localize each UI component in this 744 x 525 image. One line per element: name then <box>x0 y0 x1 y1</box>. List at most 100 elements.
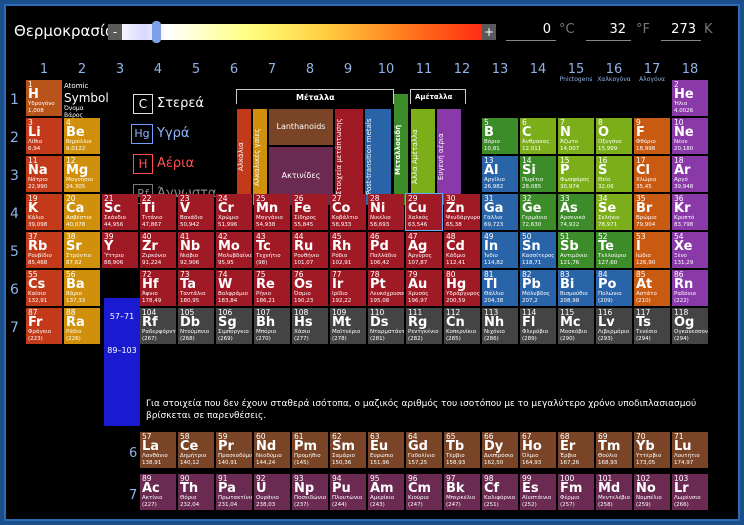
element-cell[interactable]: 105 Db Ντούμπνιο (268) <box>178 308 214 344</box>
temperature-slider[interactable] <box>114 24 494 40</box>
element-cell[interactable]: 41 Nb Νιόβιο 92,906 <box>178 232 214 268</box>
cat-lanthanoids[interactable]: Lanthanoids <box>269 109 333 145</box>
element-cell[interactable]: 38 Sr Στρόντιο 87,62 <box>64 232 100 268</box>
element-cell[interactable]: 117 Ts Τενέσιο (294) <box>634 308 670 344</box>
element-cell[interactable]: 77 Ir Ιρίδιο 192,22 <box>330 270 366 306</box>
element-cell[interactable]: 15 P Φωσφόρος 30,974 <box>558 156 594 192</box>
element-cell[interactable]: 48 Cd Κάδμιο 112,41 <box>444 232 480 268</box>
element-cell[interactable]: 84 Po Πολώνιο (209) <box>596 270 632 306</box>
element-cell[interactable]: 29 Cu Χαλκός 63,546 <box>405 193 443 231</box>
element-cell[interactable]: 37 Rb Ρουβίδιο 85,468 <box>26 232 62 268</box>
element-cell[interactable]: 52 Te Τελλούριο 127,60 <box>596 232 632 268</box>
element-cell[interactable]: 76 Os Όσμιο 190,23 <box>292 270 328 306</box>
element-cell[interactable]: 81 Tl Θάλλιο 204,38 <box>482 270 518 306</box>
element-cell[interactable]: 50 Sn Κασσίτερος 118,71 <box>520 232 556 268</box>
element-cell[interactable]: 103 Lr Λωρένσιο (266) <box>672 474 708 510</box>
element-cell[interactable]: 3 Li Λίθιο 6,94 <box>26 118 62 154</box>
cat-alkali[interactable]: Αλκάλια <box>237 109 251 205</box>
element-cell[interactable]: 96 Cm Κιούριο (247) <box>406 474 442 510</box>
element-cell[interactable]: 88 Ra Ράδιο (226) <box>64 308 100 344</box>
element-cell[interactable]: 104RfΡαδερφόρντιο(267) <box>140 308 176 344</box>
element-cell[interactable]: 47 Ag Άργυρος 107,87 <box>406 232 442 268</box>
element-cell[interactable]: 14 Si Πυρίτιο 28,085 <box>520 156 556 192</box>
element-cell[interactable]: 39 Y Ύττριο 88,906 <box>102 232 138 268</box>
element-cell[interactable]: 8 O Οξυγόνο 15,999 <box>596 118 632 154</box>
element-cell[interactable]: 92 U Ουράνιο 238,03 <box>254 474 290 510</box>
element-cell[interactable]: 23 V Βανάδιο 50,942 <box>178 194 214 230</box>
element-cell[interactable]: 43 Tc Τεχνήτιο (98) <box>254 232 290 268</box>
element-cell[interactable]: 6 C Άνθρακας 12,011 <box>520 118 556 154</box>
element-cell[interactable]: 9 F Φθόριο 18,998 <box>634 118 670 154</box>
element-cell[interactable]: 85 At Αστάτο (210) <box>634 270 670 306</box>
cat-alkaline[interactable]: Αλκαλικές γαίες <box>253 109 267 205</box>
element-cell[interactable]: 74 W Βολφράμιο 183,84 <box>216 270 252 306</box>
cat-other-nonmetals[interactable]: Άλλα Αμέταλλα <box>411 109 435 205</box>
element-cell[interactable]: 110DsΝταρμστάντιο(281) <box>368 308 404 344</box>
element-cell[interactable]: 91 Pa Πρωτακτίνιο 231,04 <box>216 474 252 510</box>
element-cell[interactable]: 78 Pt Λευκόχρυσος 195,08 <box>368 270 404 306</box>
element-cell[interactable]: 45 Rh Ρόδιο 102,91 <box>330 232 366 268</box>
element-cell[interactable]: 64 Gd Γαδολίνιο 157,25 <box>406 432 442 468</box>
element-cell[interactable]: 102 No Νομπέλιο (259) <box>634 474 670 510</box>
element-cell[interactable]: 57 La Λανθάνιο 138,91 <box>140 432 176 468</box>
element-cell[interactable]: 12 Mg Μαγνήσιο 24,305 <box>64 156 100 192</box>
element-cell[interactable]: 36 Kr Κρυπτό 83,798 <box>672 194 708 230</box>
element-cell[interactable]: 10 Ne Νέον 20,180 <box>672 118 708 154</box>
element-cell[interactable]: 46 Pd Παλλάδιο 106,42 <box>368 232 404 268</box>
element-cell[interactable]: 112 Cn Κοπερνίκιο (285) <box>444 308 480 344</box>
element-cell[interactable]: 2 He Ήλιο 4.0026 <box>672 80 708 116</box>
element-cell[interactable]: 70 Yb Υττέρβιο 173,05 <box>634 432 670 468</box>
element-cell[interactable]: 89 Ac Ακτίνιο (227) <box>140 474 176 510</box>
element-cell[interactable]: 49 In Ίνδιο 114,82 <box>482 232 518 268</box>
element-cell[interactable]: 94 Pu Πλουτώνιο (244) <box>330 474 366 510</box>
element-cell[interactable]: 68 Er Έρβιο 167,26 <box>558 432 594 468</box>
element-cell[interactable]: 35 Br Βρώμιο 79,904 <box>634 194 670 230</box>
element-cell[interactable]: 5 B Βόριο 10,81 <box>482 118 518 154</box>
element-cell[interactable]: 61 Pm Προμήθιο (145) <box>292 432 328 468</box>
cat-transition[interactable]: Στοιχεία μετάπτωσης <box>335 109 363 205</box>
element-cell[interactable]: 95 Am Αμερίκιο (243) <box>368 474 404 510</box>
element-cell[interactable]: 16 S Θείο 32,06 <box>596 156 632 192</box>
element-cell[interactable]: 56 Ba Βάριο 137,33 <box>64 270 100 306</box>
temperature-increase-button[interactable]: + <box>482 24 496 40</box>
element-cell[interactable]: 108 Hs Χάσιο (277) <box>292 308 328 344</box>
element-cell[interactable]: 13 Al Αργίλιο 26,982 <box>482 156 518 192</box>
element-cell[interactable]: 18 Ar Αργό 39,948 <box>672 156 708 192</box>
element-cell[interactable]: 17 Cl Χλώριο 35,45 <box>634 156 670 192</box>
element-cell[interactable]: 109 Mt Μαϊτνέριο (278) <box>330 308 366 344</box>
element-cell[interactable]: 87 Fr Φράγκιο (223) <box>26 308 62 344</box>
element-cell[interactable]: 79 Au Χρυσός 196,97 <box>406 270 442 306</box>
cat-post-transition[interactable]: Post-transition metals <box>365 109 391 205</box>
actinide-range[interactable]: 89–103 <box>104 336 140 426</box>
element-cell[interactable]: 114 Fl Φλερόβιο (289) <box>520 308 556 344</box>
element-cell[interactable]: 90 Th Θόριο 232,04 <box>178 474 214 510</box>
element-cell[interactable]: 73 Ta Ταντάλιο 180,95 <box>178 270 214 306</box>
element-cell[interactable]: 27 Co Κοβάλτιο 58,933 <box>330 194 366 230</box>
element-cell[interactable]: 40 Zr Ζιρκόνιο 91,224 <box>140 232 176 268</box>
element-cell[interactable]: 106 Sg Σιμποργκιο (269) <box>216 308 252 344</box>
kelvin-value[interactable]: 273 <box>656 22 696 37</box>
element-cell[interactable]: 67 Ho Όλμιο 164,93 <box>520 432 556 468</box>
element-cell[interactable]: 54 Xe Ξένο 131,29 <box>672 232 708 268</box>
element-cell[interactable]: 93 Np Ποσειδώνιο (237) <box>292 474 328 510</box>
temperature-decrease-button[interactable]: - <box>108 24 122 40</box>
element-cell[interactable]: 72 Hf Άφνιο 178,49 <box>140 270 176 306</box>
element-cell[interactable]: 62 Sm Σαμάριο 150,36 <box>330 432 366 468</box>
element-cell[interactable]: 116 Lv Λιβερμόριο (293) <box>596 308 632 344</box>
element-cell[interactable]: 33 As Αρσενικό 74,922 <box>558 194 594 230</box>
element-cell[interactable]: 82 Pb Μόλυβδος 207,2 <box>520 270 556 306</box>
element-cell[interactable]: 31 Ga Γάλλιο 69,723 <box>482 194 518 230</box>
element-cell[interactable]: 30 Zn Ψευδάργυρος 65,38 <box>444 194 480 230</box>
element-cell[interactable]: 19 K Κάλιο 39,098 <box>26 194 62 230</box>
element-cell[interactable]: 22 Ti Τιτάνιο 47,867 <box>140 194 176 230</box>
element-cell[interactable]: 32 Ge Γερμάνιο 72,630 <box>520 194 556 230</box>
element-cell[interactable]: 118 Og Ογκανεσσον (294) <box>672 308 708 344</box>
element-cell[interactable]: 65 Tb Τέρβιο 158,93 <box>444 432 480 468</box>
element-cell[interactable]: 26 Fe Σίδηρος 55,845 <box>292 194 328 230</box>
element-cell[interactable]: 60 Nd Νεοδύμιο 144,24 <box>254 432 290 468</box>
element-cell[interactable]: 34 Se Σελήνιο 78,971 <box>596 194 632 230</box>
element-cell[interactable]: 59 Pr Πρασεοδύμιο 140,91 <box>216 432 252 468</box>
element-cell[interactable]: 66 Dy Δυσπρόσιο 162,50 <box>482 432 518 468</box>
element-cell[interactable]: 113 Nh Νιχόνιο (286) <box>482 308 518 344</box>
element-cell[interactable]: 58 Ce Δημήτριο 140,12 <box>178 432 214 468</box>
